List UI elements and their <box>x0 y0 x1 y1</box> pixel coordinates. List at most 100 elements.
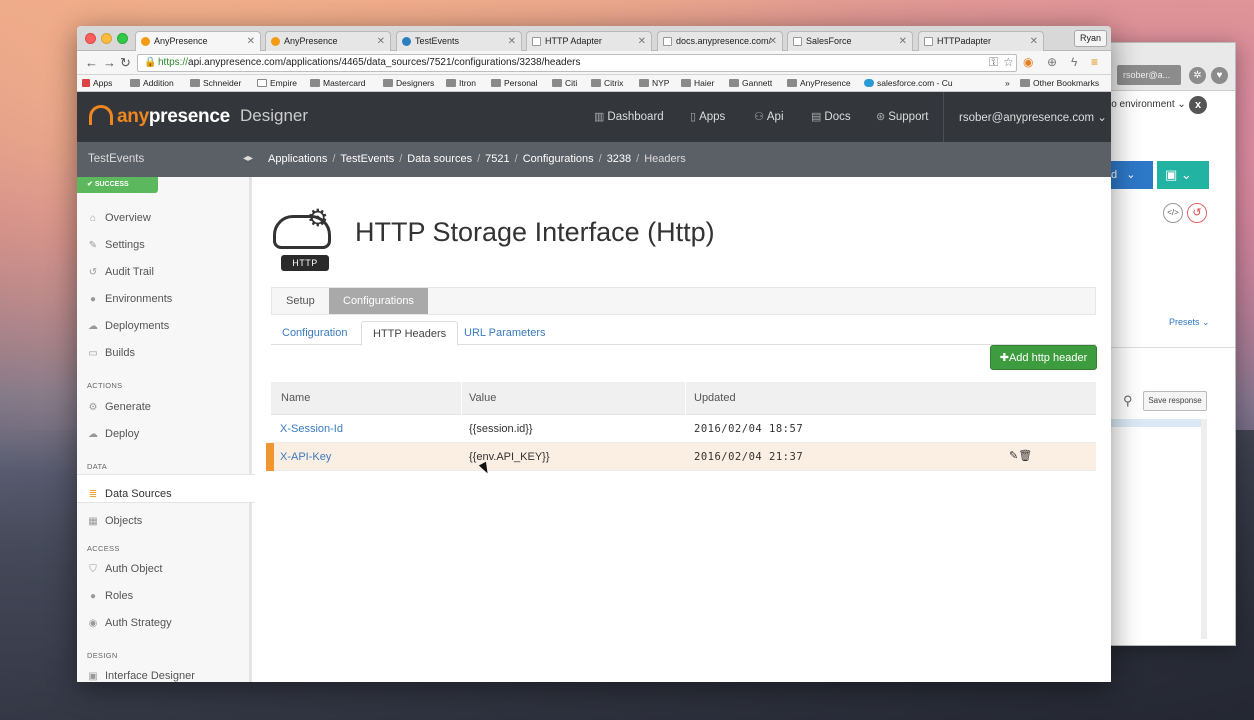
browser-tab[interactable]: TestEvents ✕ <box>396 31 522 51</box>
undo-icon[interactable]: ↺ <box>1187 203 1207 223</box>
sidebar-item-overview[interactable]: ⌂ Overview <box>87 212 151 224</box>
pencil-icon[interactable]: ✎ <box>1009 450 1018 462</box>
table-row[interactable]: X-Session-Id {{session.id}} 2016/02/04 1… <box>271 415 1096 443</box>
breadcrumb-link[interactable]: TestEvents <box>340 153 394 165</box>
tab-url-parameters[interactable]: URL Parameters <box>453 321 557 345</box>
nav-apps[interactable]: ▯ Apps <box>690 110 725 123</box>
heart-icon[interactable]: ♥ <box>1211 67 1228 84</box>
sidebar-item-builds[interactable]: ▭ Builds <box>87 347 135 359</box>
sidebar-item-environments[interactable]: ● Environments <box>87 293 172 305</box>
anypresence-logo[interactable]: anypresence <box>89 105 230 128</box>
close-tab-icon[interactable]: ✕ <box>247 32 255 51</box>
bookmark-folder[interactable]: Itron <box>446 78 476 88</box>
presets-link[interactable]: Presets ⌄ <box>1169 317 1210 328</box>
tab-http-headers[interactable]: HTTP Headers <box>361 321 459 346</box>
header-name-link[interactable]: X-API-Key <box>280 451 331 463</box>
bookmark-folder[interactable]: Addition <box>130 78 174 88</box>
browser-tab[interactable]: AnyPresence ✕ <box>135 31 261 52</box>
background-user-pill[interactable]: rsober@a... <box>1117 65 1181 85</box>
close-tab-icon[interactable]: ✕ <box>769 32 777 51</box>
other-bookmarks[interactable]: Other Bookmarks <box>1020 78 1099 88</box>
browser-tab[interactable]: AnyPresence ✕ <box>265 31 391 51</box>
table-row[interactable]: X-API-Key {{env.API_KEY}} 2016/02/04 21:… <box>266 443 1096 471</box>
save-response-button[interactable]: Save response <box>1143 391 1207 411</box>
add-http-header-button[interactable]: ✚Add http header <box>990 345 1097 370</box>
sidebar-item-deployments[interactable]: ☁ Deployments <box>87 320 169 332</box>
star-icon[interactable]: ☆ <box>1003 55 1014 69</box>
bookmark-folder[interactable]: Schneider <box>190 78 241 88</box>
more-bookmarks-chevron-icon[interactable]: » <box>1005 78 1010 88</box>
tab-setup[interactable]: Setup <box>272 288 329 314</box>
breadcrumb-link[interactable]: 7521 <box>485 153 509 165</box>
close-x-icon[interactable]: x <box>1189 96 1207 114</box>
reload-icon[interactable]: ↻ <box>120 55 131 71</box>
sidebar-item-data-sources[interactable]: ≣ Data Sources <box>87 488 172 500</box>
user-menu[interactable]: rsober@anypresence.com ⌄ <box>959 110 1107 124</box>
breadcrumb-link[interactable]: Applications <box>268 153 327 165</box>
column-header-updated[interactable]: Updated <box>694 392 736 404</box>
zoom-window-button[interactable] <box>117 33 128 44</box>
bookmark-folder[interactable]: AnyPresence <box>787 78 851 88</box>
sidebar-item-auth-strategy[interactable]: ◉ Auth Strategy <box>87 617 172 629</box>
tab-configuration[interactable]: Configuration <box>271 321 358 345</box>
globe-icon[interactable]: ✲ <box>1189 67 1206 84</box>
nav-support[interactable]: ⊛ Support <box>876 110 929 123</box>
sidebar-item-roles[interactable]: ● Roles <box>87 590 133 602</box>
close-window-button[interactable] <box>85 33 96 44</box>
sidebar-item-generate[interactable]: ⚙ Generate <box>87 401 151 413</box>
close-tab-icon[interactable]: ✕ <box>899 32 907 51</box>
address-bar[interactable]: 🔒 https://api.anypresence.com/application… <box>137 54 1017 72</box>
breadcrumb-link[interactable]: Data sources <box>407 153 472 165</box>
bookmark-page[interactable]: Empire <box>257 78 297 88</box>
bookmark-folder[interactable]: Citi <box>552 78 577 88</box>
extension-icon[interactable]: ⊕ <box>1047 55 1057 69</box>
nav-dashboard[interactable]: ▥ Dashboard <box>594 110 664 123</box>
column-header-value[interactable]: Value <box>469 392 496 404</box>
sidebar-item-auth-object[interactable]: ⛉ Auth Object <box>87 563 162 575</box>
lightning-icon[interactable]: ϟ <box>1071 55 1077 69</box>
sidebar-item-audit-trail[interactable]: ↺ Audit Trail <box>87 266 154 278</box>
sidebar-item-interface-designer[interactable]: ▣ Interface Designer <box>87 670 195 682</box>
breadcrumb-link[interactable]: Configurations <box>523 153 594 165</box>
browser-tab[interactable]: docs.anypresence.com/✕ <box>657 31 783 51</box>
bookmark-apps[interactable]: Apps <box>82 78 112 88</box>
nav-api[interactable]: ⚇ Api <box>754 110 784 123</box>
back-arrow-icon[interactable]: ← <box>85 55 98 70</box>
current-app-name[interactable]: TestEvents <box>88 153 144 165</box>
bookmark-folder[interactable]: Designers <box>383 78 434 88</box>
bookmark-folder[interactable]: Mastercard <box>310 78 366 88</box>
forward-arrow-icon[interactable]: → <box>103 55 116 70</box>
bookmark-folder[interactable]: Personal <box>491 78 538 88</box>
bookmark-folder[interactable]: NYP <box>639 78 669 88</box>
browser-tab[interactable]: HTTPadapter ✕ <box>918 31 1044 51</box>
close-tab-icon[interactable]: ✕ <box>508 32 516 51</box>
close-tab-icon[interactable]: ✕ <box>377 32 385 51</box>
collapse-sidebar-icon[interactable]: ◂▸ <box>243 153 253 164</box>
rss-icon[interactable]: ◉ <box>1023 55 1033 69</box>
bookmark-folder[interactable]: Haier <box>681 78 714 88</box>
save-icon-button[interactable]: ▣ ⌄ <box>1157 161 1209 189</box>
environment-select[interactable]: lo environment ⌄ <box>1109 99 1186 110</box>
scrollbar[interactable] <box>1201 419 1207 639</box>
minimize-window-button[interactable] <box>101 33 112 44</box>
header-name-link[interactable]: X-Session-Id <box>280 423 343 435</box>
column-header-name[interactable]: Name <box>281 392 310 404</box>
close-tab-icon[interactable]: ✕ <box>638 32 646 51</box>
bookmark-salesforce[interactable]: salesforce.com - Cu <box>864 78 953 88</box>
tab-configurations[interactable]: Configurations <box>329 288 428 314</box>
bookmark-folder[interactable]: Gannett <box>729 78 772 88</box>
breadcrumb-link[interactable]: 3238 <box>607 153 631 165</box>
browser-tab[interactable]: SalesForce ✕ <box>787 31 913 51</box>
close-tab-icon[interactable]: ✕ <box>1030 32 1038 51</box>
profile-button[interactable]: Ryan <box>1073 30 1107 47</box>
key-icon[interactable]: ⚿ <box>989 55 998 70</box>
sidebar-item-settings[interactable]: ✎ Settings <box>87 239 145 251</box>
trash-icon[interactable]: 🗑 <box>1018 450 1032 462</box>
nav-docs[interactable]: ▤ Docs <box>811 110 851 123</box>
browser-tab[interactable]: HTTP Adapter ✕ <box>526 31 652 51</box>
sidebar-item-deploy[interactable]: ☁ Deploy <box>87 428 139 440</box>
code-icon[interactable]: </> <box>1163 203 1183 223</box>
search-icon[interactable]: ⚲ <box>1123 393 1133 409</box>
sidebar-item-objects[interactable]: ▦ Objects <box>87 515 142 527</box>
menu-icon[interactable]: ≡ <box>1091 55 1098 69</box>
